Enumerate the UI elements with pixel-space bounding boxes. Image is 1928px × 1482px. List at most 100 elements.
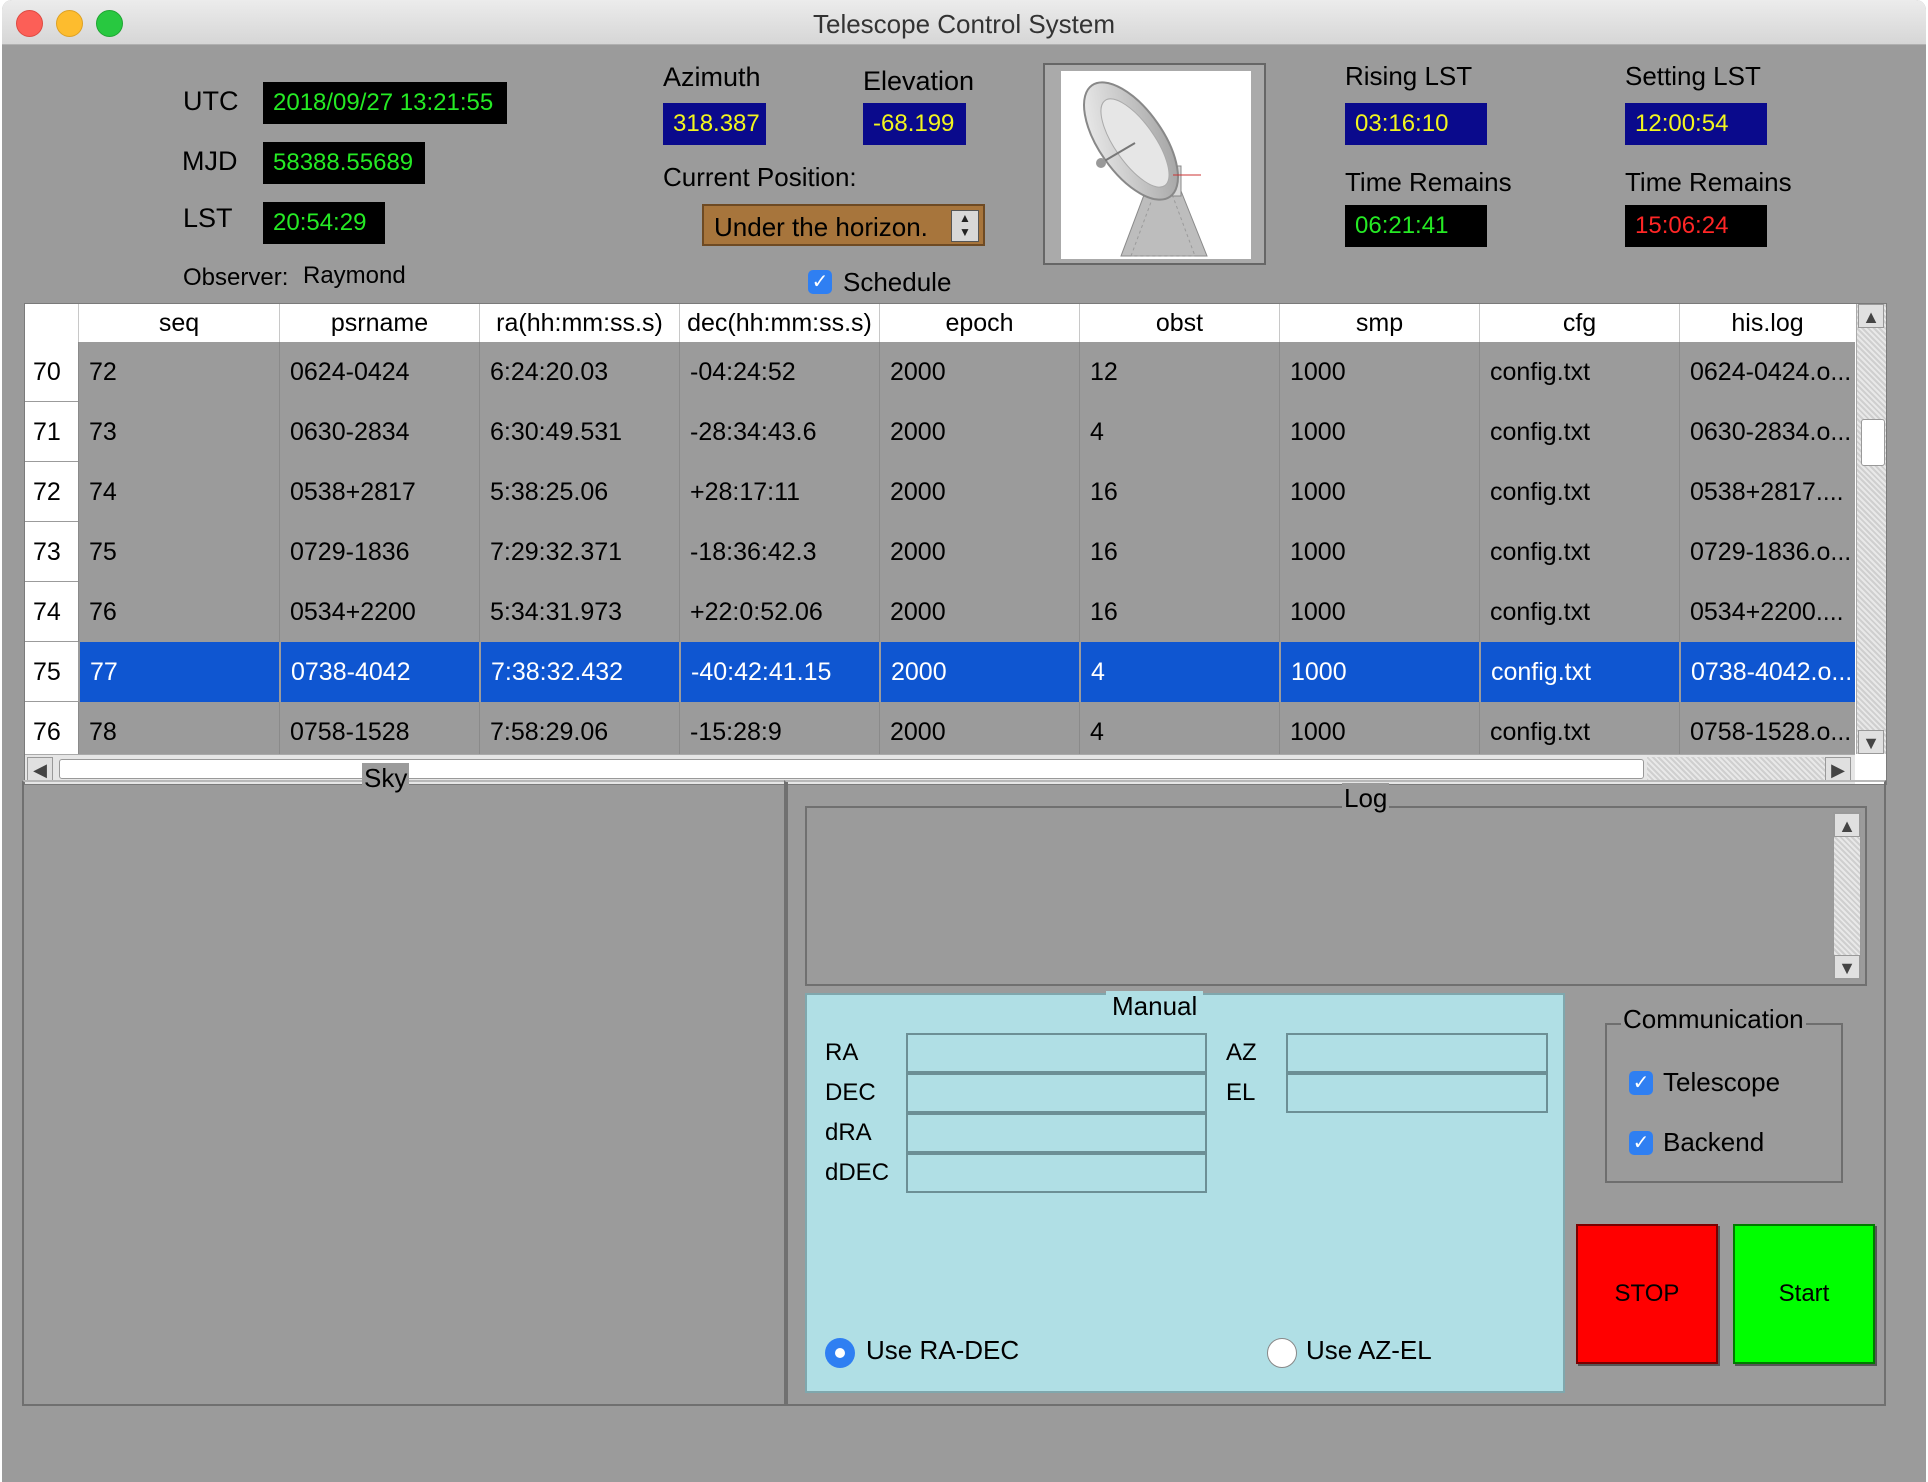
table-cell[interactable]: 0738-4042 [279, 642, 479, 702]
table-row[interactable]: 70 72 0624-0424 6:24:20.03 -04:24:52 2000 12 10… [25, 342, 1855, 402]
log-scroll-up-icon[interactable]: ▲ [1834, 813, 1860, 837]
log-scroll-down-icon[interactable]: ▼ [1834, 955, 1860, 979]
use-azel-radio[interactable] [1267, 1338, 1297, 1368]
table-cell[interactable]: 1000 [1279, 702, 1479, 762]
column-header[interactable]: dec(hh:mm:ss.s) [679, 304, 879, 342]
table-cell[interactable]: config.txt [1479, 342, 1679, 402]
table-cell[interactable]: 0534+2200 [279, 582, 479, 642]
column-header[interactable]: seq [78, 304, 279, 342]
table-cell[interactable]: 0729-1836 [279, 522, 479, 582]
table-cell[interactable]: 1000 [1279, 462, 1479, 522]
scroll-down-icon[interactable]: ▼ [1858, 730, 1884, 754]
el-input[interactable] [1286, 1073, 1548, 1113]
observation-table[interactable]: seq psrname ra(hh:mm:ss.s) dec(hh:mm:ss.… [24, 303, 1887, 785]
row-number[interactable]: 75 [25, 642, 78, 702]
table-cell[interactable]: 0630-2834 [279, 402, 479, 462]
row-number[interactable]: 73 [25, 522, 78, 582]
start-button[interactable]: Start [1733, 1224, 1875, 1364]
log-panel[interactable]: ▲ ▼ [805, 806, 1867, 986]
column-header[interactable]: obst [1079, 304, 1279, 342]
table-cell[interactable]: 0729-1836.o... [1679, 522, 1855, 582]
table-cell[interactable]: 1000 [1279, 582, 1479, 642]
table-cell[interactable]: -28:34:43.6 [679, 402, 879, 462]
table-cell[interactable]: 76 [78, 582, 279, 642]
horizontal-scroll-track[interactable] [1647, 757, 1847, 781]
table-cell[interactable]: 7:38:32.432 [479, 642, 679, 702]
table-cell[interactable]: 2000 [879, 582, 1079, 642]
table-cell[interactable]: 16 [1079, 522, 1279, 582]
table-cell[interactable]: config.txt [1479, 582, 1679, 642]
table-cell[interactable]: 16 [1079, 582, 1279, 642]
table-cell[interactable]: 7:58:29.06 [479, 702, 679, 762]
table-cell[interactable]: 7:29:32.371 [479, 522, 679, 582]
table-cell[interactable]: 74 [78, 462, 279, 522]
table-cell[interactable]: 6:30:49.531 [479, 402, 679, 462]
table-cell[interactable]: 0738-4042.o... [1679, 642, 1855, 702]
az-input[interactable] [1286, 1033, 1548, 1073]
table-cell[interactable]: 2000 [879, 402, 1079, 462]
row-number[interactable]: 70 [25, 342, 78, 402]
current-position-select[interactable]: Under the horizon. ▲ ▼ [702, 204, 985, 246]
table-cell[interactable]: 0758-1528.o... [1679, 702, 1855, 762]
dra-input[interactable] [906, 1113, 1207, 1153]
table-cell[interactable]: 72 [78, 342, 279, 402]
column-header[interactable]: cfg [1479, 304, 1679, 342]
table-cell[interactable]: 77 [78, 642, 279, 702]
table-cell[interactable]: 5:38:25.06 [479, 462, 679, 522]
table-cell[interactable]: 0538+2817.... [1679, 462, 1855, 522]
table-cell[interactable]: 0758-1528 [279, 702, 479, 762]
table-cell[interactable]: 0630-2834.o... [1679, 402, 1855, 462]
schedule-checkbox[interactable]: ✓ [808, 270, 832, 294]
table-cell[interactable]: 16 [1079, 462, 1279, 522]
table-vertical-scrollbar[interactable]: ▲ ▼ [1856, 304, 1886, 754]
table-cell[interactable]: +22:0:52.06 [679, 582, 879, 642]
table-cell[interactable]: 2000 [879, 462, 1079, 522]
table-cell[interactable]: 1000 [1279, 642, 1479, 702]
table-cell[interactable]: 0534+2200.... [1679, 582, 1855, 642]
telescope-checkbox[interactable]: ✓ [1629, 1071, 1653, 1095]
scroll-up-icon[interactable]: ▲ [1858, 304, 1884, 328]
dec-input[interactable] [906, 1073, 1207, 1113]
log-vertical-scrollbar[interactable]: ▲ ▼ [1833, 812, 1861, 980]
table-cell[interactable]: config.txt [1479, 402, 1679, 462]
table-cell[interactable]: config.txt [1479, 702, 1679, 762]
table-cell[interactable]: -04:24:52 [679, 342, 879, 402]
table-cell[interactable]: 4 [1079, 402, 1279, 462]
table-cell[interactable]: config.txt [1479, 462, 1679, 522]
table-row[interactable]: 72 74 0538+2817 5:38:25.06 +28:17:11 2000 16 10… [25, 462, 1855, 522]
column-header[interactable]: ra(hh:mm:ss.s) [479, 304, 679, 342]
table-cell[interactable]: 75 [78, 522, 279, 582]
column-header[interactable]: smp [1279, 304, 1479, 342]
stop-button[interactable]: STOP [1576, 1224, 1718, 1364]
table-cell[interactable]: 5:34:31.973 [479, 582, 679, 642]
table-cell[interactable]: -40:42:41.15 [679, 642, 879, 702]
horizontal-scroll-thumb[interactable] [59, 759, 1644, 779]
table-cell[interactable]: 4 [1079, 642, 1279, 702]
table-cell[interactable]: config.txt [1479, 642, 1679, 702]
row-number[interactable]: 74 [25, 582, 78, 642]
row-number[interactable]: 71 [25, 402, 78, 462]
table-cell[interactable]: -15:28:9 [679, 702, 879, 762]
table-cell[interactable]: 0624-0424 [279, 342, 479, 402]
scroll-left-icon[interactable]: ◀ [27, 757, 53, 781]
column-header[interactable]: psrname [279, 304, 479, 342]
backend-checkbox[interactable]: ✓ [1629, 1131, 1653, 1155]
table-cell[interactable]: -18:36:42.3 [679, 522, 879, 582]
table-row[interactable]: 76 78 0758-1528 7:58:29.06 -15:28:9 2000 4 1000… [25, 702, 1855, 762]
ra-input[interactable] [906, 1033, 1207, 1073]
table-row[interactable]: 73 75 0729-1836 7:29:32.371 -18:36:42.3 2000 1… [25, 522, 1855, 582]
column-header[interactable]: epoch [879, 304, 1079, 342]
table-cell[interactable]: 2000 [879, 642, 1079, 702]
table-row[interactable]: 74 76 0534+2200 5:34:31.973 +22:0:52.06 2000 1… [25, 582, 1855, 642]
table-row[interactable]: 75 77 0738-4042 7:38:32.432 -40:42:41.15 2000… [25, 642, 1855, 702]
table-cell[interactable]: 4 [1079, 702, 1279, 762]
table-cell[interactable]: config.txt [1479, 522, 1679, 582]
row-number[interactable]: 76 [25, 702, 78, 762]
table-cell[interactable]: 2000 [879, 342, 1079, 402]
table-cell[interactable]: 0538+2817 [279, 462, 479, 522]
table-cell[interactable]: 2000 [879, 702, 1079, 762]
table-cell[interactable]: 0624-0424.o... [1679, 342, 1855, 402]
column-header[interactable]: his.log [1679, 304, 1855, 342]
table-cell[interactable]: 1000 [1279, 402, 1479, 462]
table-row[interactable]: 71 73 0630-2834 6:30:49.531 -28:34:43.6 2000 4… [25, 402, 1855, 462]
